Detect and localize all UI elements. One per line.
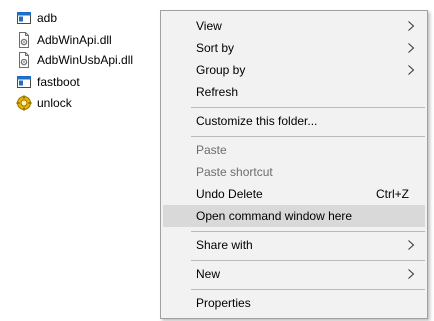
- menu-item-properties[interactable]: Properties: [163, 292, 425, 314]
- menu-item-open-command-window[interactable]: Open command window here: [163, 205, 425, 227]
- context-menu: View Sort by Group by Refresh Customize …: [160, 10, 428, 319]
- file-item-adbwinusbapi[interactable]: AdbWinUsbApi.dll: [16, 50, 133, 70]
- menu-separator: [191, 260, 425, 261]
- keyboard-shortcut: Ctrl+Z: [376, 187, 409, 201]
- menu-item-label: View: [196, 19, 222, 33]
- chevron-right-icon: [405, 64, 417, 76]
- file-name: fastboot: [37, 75, 80, 89]
- menu-item-label: Open command window here: [196, 209, 353, 223]
- menu-item-label: Sort by: [196, 41, 235, 55]
- menu-separator: [191, 289, 425, 290]
- menu-item-label: Refresh: [196, 85, 239, 99]
- menu-separator: [191, 107, 425, 108]
- menu-item-label: Share with: [196, 238, 253, 252]
- file-name: adb: [37, 11, 58, 25]
- menu-separator: [191, 231, 425, 232]
- menu-item-share-with[interactable]: Share with: [163, 234, 425, 256]
- chevron-right-icon: [405, 239, 417, 251]
- menu-item-view[interactable]: View: [163, 15, 425, 37]
- dll-file-icon: [16, 32, 32, 48]
- menu-item-label: Paste shortcut: [196, 165, 273, 179]
- menu-item-paste-shortcut: Paste shortcut: [163, 161, 425, 183]
- menu-item-undo-delete[interactable]: Undo Delete Ctrl+Z: [163, 183, 425, 205]
- chevron-right-icon: [405, 42, 417, 54]
- file-name: unlock: [37, 96, 72, 110]
- file-item-adbwinapi[interactable]: AdbWinApi.dll: [16, 30, 112, 50]
- application-icon: [16, 10, 32, 26]
- menu-separator: [191, 136, 425, 137]
- menu-item-label: New: [196, 267, 221, 281]
- menu-item-customize-folder[interactable]: Customize this folder...: [163, 110, 425, 132]
- chevron-right-icon: [405, 268, 417, 280]
- menu-item-paste: Paste: [163, 139, 425, 161]
- file-item-unlock[interactable]: unlock: [16, 93, 72, 113]
- file-item-adb[interactable]: adb: [16, 8, 57, 28]
- dll-file-icon: [16, 52, 32, 68]
- menu-item-sort-by[interactable]: Sort by: [163, 37, 425, 59]
- menu-item-label: Properties: [196, 296, 251, 310]
- chevron-right-icon: [405, 20, 417, 32]
- menu-item-new[interactable]: New: [163, 263, 425, 285]
- menu-item-label: Group by: [196, 63, 246, 77]
- menu-item-group-by[interactable]: Group by: [163, 59, 425, 81]
- menu-item-label: Customize this folder...: [196, 114, 318, 128]
- menu-item-label: Undo Delete: [196, 187, 263, 201]
- menu-item-label: Paste: [196, 143, 227, 157]
- file-name: AdbWinUsbApi.dll: [37, 53, 134, 67]
- file-item-fastboot[interactable]: fastboot: [16, 72, 80, 92]
- menu-item-refresh[interactable]: Refresh: [163, 81, 425, 103]
- application-icon: [16, 74, 32, 90]
- file-name: AdbWinApi.dll: [37, 33, 112, 47]
- gear-script-icon: [16, 95, 32, 111]
